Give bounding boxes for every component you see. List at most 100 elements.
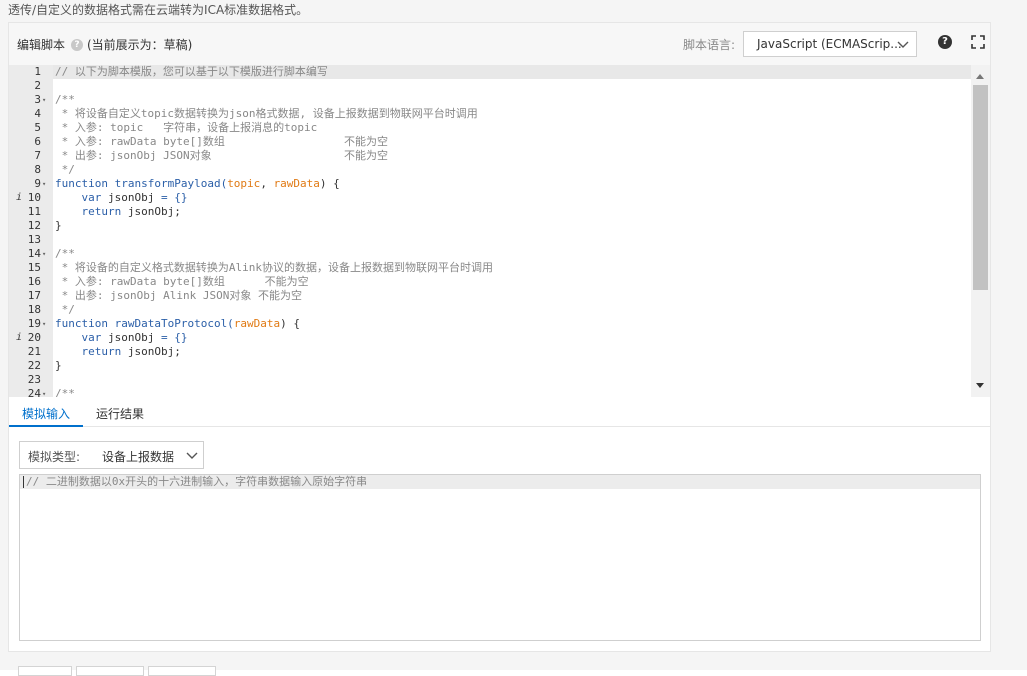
code-line[interactable]: 6 * 入参: rawData byte[]数组 不能为空 [9,135,971,149]
fold-toggle-icon[interactable]: ▾ [42,317,46,331]
editor-title: 编辑脚本 [17,38,66,52]
code-token: * 入参: rawData byte[]数组 不能为空 [55,135,389,148]
code-token: = {} [160,331,188,344]
code-line[interactable]: 3 ▾ /** [9,93,971,107]
line-number: 6 [34,135,41,148]
bottom-button-2[interactable] [76,666,144,676]
code-text: /** [55,387,75,397]
fold-toggle-icon[interactable]: ▾ [42,387,46,397]
code-token: rawData [233,317,281,330]
code-line[interactable]: 9 ▾ function transformPayload(topic, rawDa… [9,177,971,191]
code-text: function rawDataToProtocol(rawData) { [55,317,300,331]
code-token: */ [55,303,75,316]
line-number: 14 [27,247,41,260]
code-line[interactable]: 14 ▾ /** [9,247,971,261]
code-token: jsonObj; [121,205,181,218]
language-select[interactable]: JavaScript (ECMAScrip... [743,31,917,57]
code-line[interactable]: 5 * 入参: topic 字符串，设备上报消息的topic [9,121,971,135]
code-line[interactable]: 4 * 将设备自定义topic数据转换为json格式数据, 设备上报数据到物联网… [9,107,971,121]
chevron-down-icon [897,41,909,48]
line-number: 5 [34,121,41,134]
line-number: 23 [27,373,41,386]
bottom-button-3[interactable] [148,666,216,676]
question-icon[interactable]: ? [938,35,952,49]
fullscreen-icon[interactable] [971,35,985,49]
code-line[interactable]: 11 return jsonObj; [9,205,971,219]
code-line[interactable]: 16 * 入参: rawData byte[]数组 不能为空 [9,275,971,289]
draft-status: (当前展示为：草稿) [87,38,193,52]
code-line[interactable]: 17 * 出参: jsonObj Alink JSON对象 不能为空 [9,289,971,303]
code-line[interactable]: 21 return jsonObj; [9,345,971,359]
code-token: function rawDataToProtocol( [55,317,234,330]
code-line[interactable]: i 10 var jsonObj = {} [9,191,971,205]
code-token: * 入参: rawData byte[]数组 不能为空 [55,275,309,288]
line-number: 16 [27,275,41,288]
scroll-thumb[interactable] [973,85,988,290]
fold-toggle-icon[interactable]: ▾ [42,247,46,261]
code-text: * 入参: rawData byte[]数组 不能为空 [55,275,309,289]
help-icon[interactable]: ? [71,39,83,51]
line-number: 18 [27,303,41,316]
line-number: 21 [27,345,41,358]
code-token: function transformPayload( [55,177,228,190]
code-line[interactable]: 12} [9,219,971,233]
script-editor-panel: 编辑脚本 ? (当前展示为：草稿) 脚本语言: JavaScript (ECMA… [8,22,991,652]
active-tab-indicator [9,425,83,427]
fold-toggle-icon[interactable]: ▾ [42,177,46,191]
code-line[interactable]: 13 [9,233,971,247]
scroll-down-icon[interactable] [976,383,984,388]
code-line[interactable]: 2 [9,79,971,93]
code-token: jsonObj [101,191,161,204]
code-text: return jsonObj; [55,205,181,219]
line-number: 11 [27,205,41,218]
code-token: var [81,191,102,204]
chevron-down-icon [186,452,198,459]
code-line[interactable]: 15 * 将设备的自定义格式数据转换为Alink协议的数据，设备上报数据到物联网… [9,261,971,275]
code-token: ) { [280,317,301,330]
code-line[interactable]: 1 // 以下为脚本模版，您可以基于以下模版进行脚本编写 [9,65,971,79]
code-text: * 出参: jsonObj JSON对象 不能为空 [55,149,388,163]
code-text: * 将设备自定义topic数据转换为json格式数据, 设备上报数据到物联网平台… [55,107,478,121]
code-text: */ [55,303,75,317]
code-token: */ [55,163,75,176]
editor-header: 编辑脚本 ? (当前展示为：草稿) 脚本语言: JavaScript (ECMA… [9,23,990,65]
code-line[interactable]: 8 */ [9,163,971,177]
code-token: * 出参: jsonObj Alink JSON对象 不能为空 [55,289,302,302]
code-token: * 将设备的自定义格式数据转换为Alink协议的数据，设备上报数据到物联网平台时… [55,261,493,274]
tab-simulate-input[interactable]: 模拟输入 [22,405,70,422]
line-number: 13 [27,233,41,246]
code-text: * 将设备的自定义格式数据转换为Alink协议的数据，设备上报数据到物联网平台时… [55,261,493,275]
code-line[interactable]: 24 ▾ /** [9,387,971,397]
code-editor[interactable]: 1// 以下为脚本模版，您可以基于以下模版进行脚本编写 2 3 ▾/** 4 * 将设备… [9,65,990,397]
line-number: 9 [34,177,41,190]
simulation-input-editor[interactable]: // 二进制数据以0x开头的十六进制输入，字符串数据输入原始字符串 [19,474,981,641]
code-token: * 出参: jsonObj JSON对象 不能为空 [55,149,389,162]
code-line[interactable]: 22} [9,359,971,373]
line-number: 8 [34,163,41,176]
line-number: 1 [34,65,41,78]
code-line[interactable]: 19 ▾ function rawDataToProtocol(rawData) { [9,317,971,331]
fold-toggle-icon[interactable]: ▾ [42,93,46,107]
code-line[interactable]: i 20 var jsonObj = {} [9,331,971,345]
line-number: 22 [27,359,41,372]
code-line[interactable]: 18 */ [9,303,971,317]
code-line[interactable]: 23 [9,373,971,387]
code-token: ) { [319,177,340,190]
code-text: return jsonObj; [55,345,181,359]
code-text: */ [55,163,75,177]
simulation-type-select[interactable]: 模拟类型: 设备上报数据 [19,441,204,469]
line-number: 10 [27,191,41,204]
tab-run-result[interactable]: 运行结果 [96,405,144,422]
bottom-button-1[interactable] [18,666,72,676]
bottom-tabs: 模拟输入 运行结果 [9,397,990,427]
code-line[interactable]: 7 * 出参: jsonObj JSON对象 不能为空 [9,149,971,163]
code-token: , [260,177,274,190]
code-token: = {} [160,191,188,204]
language-label: 脚本语言: [683,38,736,52]
scroll-up-icon[interactable] [976,74,984,79]
editor-scrollbar[interactable] [971,65,990,397]
code-token: return [81,205,122,218]
